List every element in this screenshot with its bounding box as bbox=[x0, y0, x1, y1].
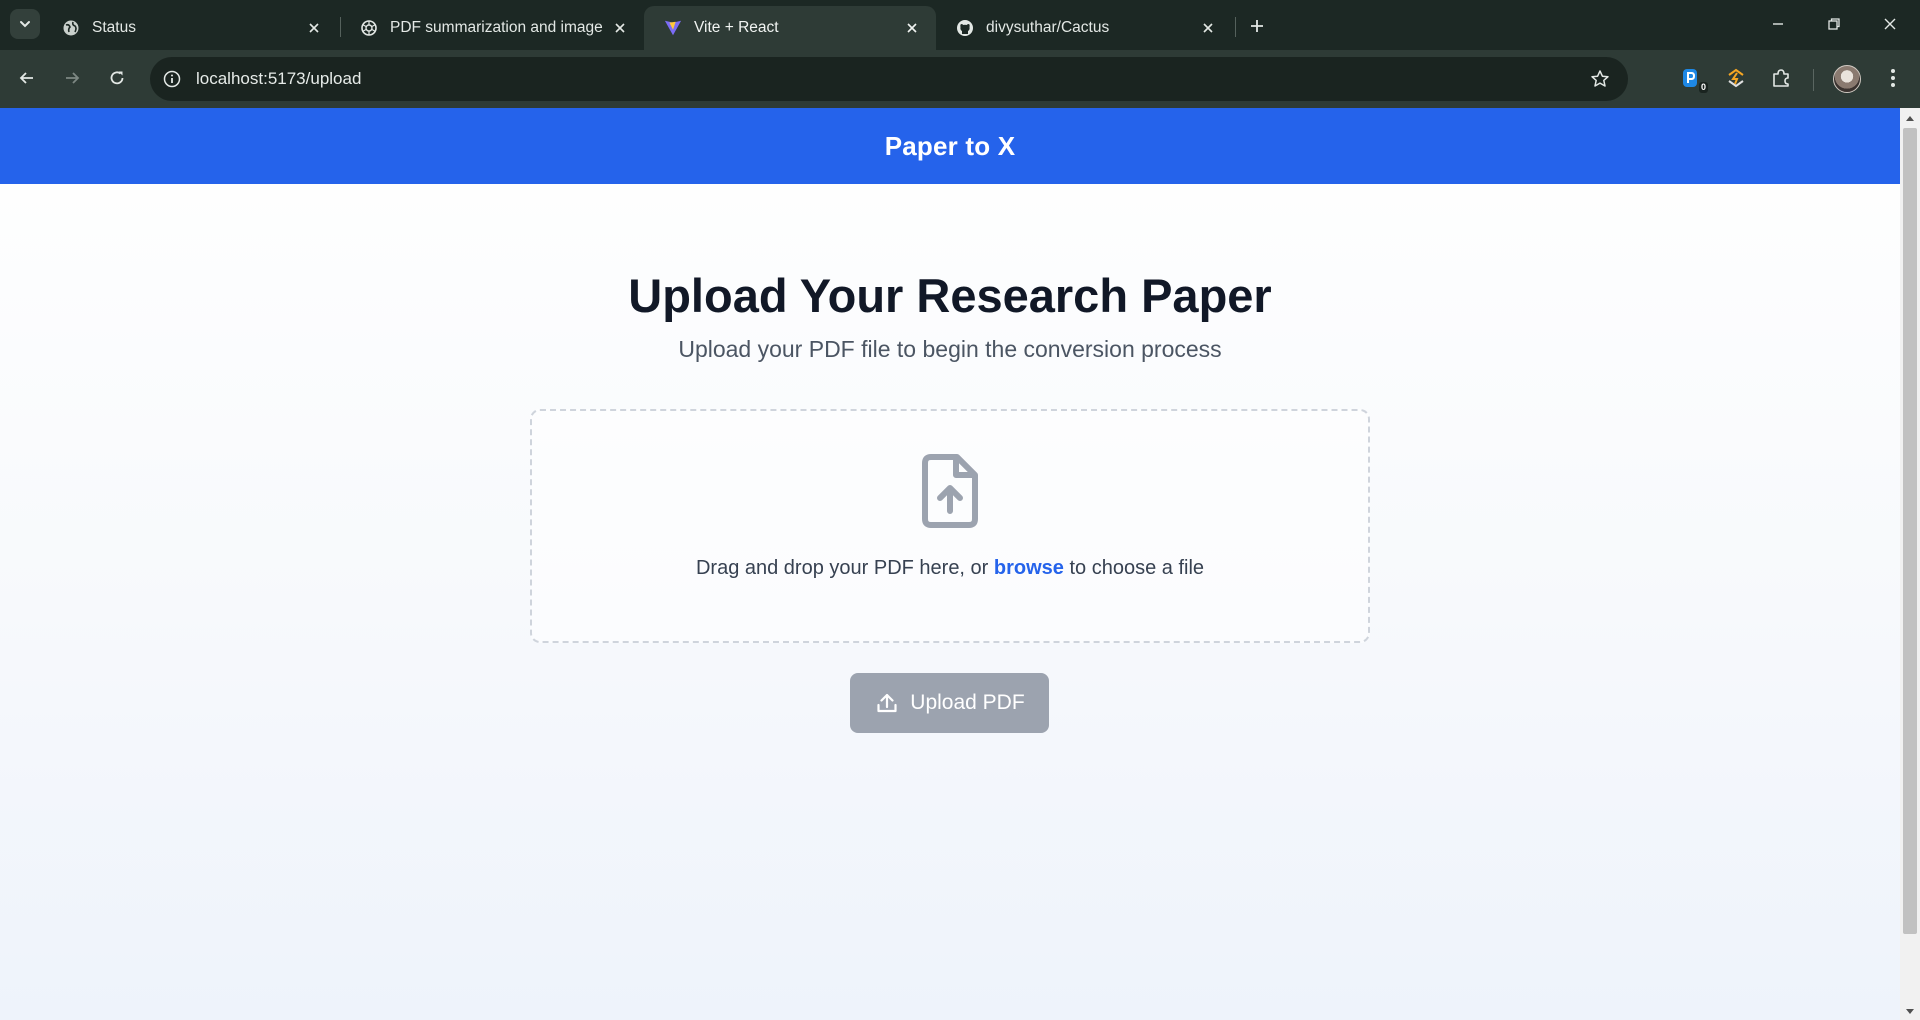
tab-strip: Status PDF summarization and image Vite … bbox=[0, 0, 1920, 50]
dropzone-text-after: to choose a file bbox=[1069, 557, 1205, 579]
arrow-right-icon bbox=[66, 72, 80, 84]
tab-title: divysuthar/Cactus bbox=[986, 19, 1110, 36]
upload-button-label: Upload PDF bbox=[910, 691, 1025, 714]
more-vertical-icon bbox=[1891, 69, 1895, 87]
upload-pdf-button[interactable]: Upload PDF bbox=[850, 673, 1049, 733]
menu-button[interactable] bbox=[1878, 63, 1908, 93]
new-tab-button[interactable] bbox=[1243, 12, 1271, 40]
file-upload-icon bbox=[922, 454, 978, 528]
forward-button[interactable] bbox=[54, 60, 90, 96]
extension-button[interactable]: 0 bbox=[1676, 63, 1708, 93]
reload-button[interactable] bbox=[99, 60, 135, 96]
app-title[interactable]: Paper to X bbox=[885, 131, 1016, 162]
extension-badge: 0 bbox=[1698, 82, 1708, 93]
url-text: localhost:5173/upload bbox=[196, 69, 362, 88]
close-icon[interactable] bbox=[1198, 18, 1218, 38]
tab-status[interactable]: Status bbox=[42, 6, 338, 50]
github-icon bbox=[956, 19, 974, 37]
extension-lightning-icon bbox=[1728, 68, 1744, 88]
page-title: Upload Your Research Paper bbox=[628, 269, 1272, 322]
close-window-button[interactable] bbox=[1862, 4, 1918, 44]
tab-search-button[interactable] bbox=[10, 9, 40, 39]
tab-github-cactus[interactable]: divysuthar/Cactus bbox=[936, 6, 1232, 50]
profile-avatar[interactable] bbox=[1833, 65, 1861, 93]
tab-title: PDF summarization and image bbox=[390, 19, 603, 36]
chevron-down-icon bbox=[20, 21, 30, 28]
arrow-left-icon bbox=[19, 72, 33, 84]
toolbar-separator bbox=[1813, 69, 1814, 91]
dropzone-text-before: Drag and drop your PDF here, or bbox=[695, 557, 989, 579]
openai-icon bbox=[360, 19, 378, 37]
tab-pdf-summarization[interactable]: PDF summarization and image bbox=[340, 6, 644, 50]
page-viewport: Paper to X Upload Your Research Paper Up… bbox=[0, 108, 1900, 1020]
vite-icon bbox=[664, 19, 682, 37]
plus-icon bbox=[1251, 20, 1263, 32]
site-info-icon[interactable] bbox=[160, 67, 184, 91]
app-header: Paper to X bbox=[0, 108, 1900, 184]
restore-button[interactable] bbox=[1806, 4, 1862, 44]
address-bar[interactable]: localhost:5173/upload bbox=[150, 57, 1628, 101]
close-icon[interactable] bbox=[610, 18, 630, 38]
tab-title: Status bbox=[92, 19, 136, 36]
tab-separator bbox=[1235, 17, 1236, 37]
globe-icon bbox=[62, 19, 80, 37]
tab-vite-react[interactable]: Vite + React bbox=[644, 6, 936, 50]
triangle-up-icon bbox=[1906, 116, 1914, 121]
page-subtitle: Upload your PDF file to begin the conver… bbox=[678, 336, 1222, 362]
pdf-dropzone[interactable]: Drag and drop your PDF here, or browse t… bbox=[530, 409, 1370, 643]
extensions-menu-button[interactable] bbox=[1766, 63, 1796, 93]
scroll-thumb[interactable] bbox=[1903, 128, 1917, 934]
triangle-down-icon bbox=[1906, 1009, 1914, 1014]
close-icon[interactable] bbox=[304, 18, 324, 38]
browse-link[interactable]: browse bbox=[994, 557, 1064, 579]
restore-icon bbox=[1828, 18, 1840, 30]
dropzone-instructions: Drag and drop your PDF here, or browse t… bbox=[532, 557, 1368, 580]
upload-icon bbox=[874, 690, 900, 716]
close-icon bbox=[1884, 18, 1896, 30]
tab-title: Vite + React bbox=[694, 19, 779, 36]
minimize-icon bbox=[1773, 23, 1783, 25]
bookmark-star-icon[interactable] bbox=[1588, 67, 1612, 91]
puzzle-icon bbox=[1773, 69, 1789, 87]
reload-icon bbox=[110, 71, 124, 85]
scroll-down-arrow[interactable] bbox=[1900, 1004, 1920, 1020]
browser-toolbar: localhost:5173/upload 0 bbox=[0, 50, 1920, 108]
page-scrollbar[interactable] bbox=[1900, 108, 1920, 1020]
minimize-button[interactable] bbox=[1750, 4, 1806, 44]
scroll-up-arrow[interactable] bbox=[1900, 110, 1920, 126]
back-button[interactable] bbox=[9, 60, 45, 96]
close-icon[interactable] bbox=[902, 18, 922, 38]
extension-button[interactable] bbox=[1721, 63, 1751, 93]
